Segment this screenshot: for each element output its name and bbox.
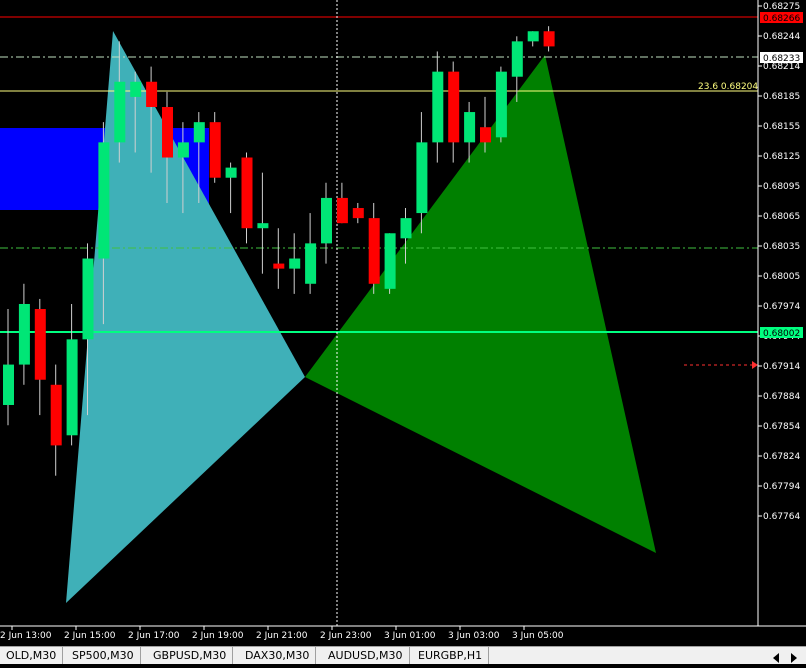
price-tick-label: 0.68275: [763, 2, 800, 12]
symbol-tab[interactable]: EURGBP,H1: [412, 647, 490, 664]
time-tick-label: 2 Jun 15:00: [64, 631, 116, 641]
price-tick-label: 0.68065: [763, 212, 800, 222]
price-tick-label: 0.67824: [763, 452, 800, 462]
price-tick-label: 0.67854: [763, 422, 800, 432]
symbol-tab[interactable]: AUDUSD,M30: [322, 647, 410, 664]
candle-bullish: [511, 41, 523, 77]
candle-bullish: [321, 197, 332, 244]
candle-bullish: [66, 339, 78, 436]
candle-bullish: [400, 218, 412, 239]
price-tick-label: 0.68244: [763, 32, 800, 42]
price-chart[interactable]: 23.6 0.68204 0.682750.682440.682140.6818…: [0, 0, 806, 646]
candle-bullish: [432, 71, 444, 143]
candle-bullish: [464, 112, 476, 143]
candle-bearish: [162, 107, 173, 158]
price-tick-label: 0.68095: [763, 182, 800, 192]
candle-bearish: [34, 309, 46, 380]
candle-bearish: [480, 127, 491, 143]
candle-bullish: [193, 122, 205, 143]
price-label-text: 0.68233: [763, 54, 800, 64]
price-tick-label: 0.68125: [763, 152, 800, 162]
time-tick-label: 3 Jun 01:00: [384, 631, 436, 641]
candle-bearish: [336, 197, 348, 224]
candle-bearish: [209, 122, 221, 178]
candle-bearish: [352, 208, 364, 219]
price-label-text: 0.68266: [763, 14, 800, 24]
symbol-tab[interactable]: DAX30,M30: [239, 647, 317, 664]
symbol-tab-bar: OLD,M30 SP500,M30 GBPUSD,M30 DAX30,M30 AUDUS…: [0, 646, 806, 664]
symbol-tab[interactable]: SP500,M30: [66, 647, 141, 664]
time-tick-label: 2 Jun 13:00: [0, 631, 52, 641]
candle-bullish: [527, 31, 539, 42]
candle-bullish: [114, 81, 126, 143]
price-tick-label: 0.67914: [763, 362, 800, 372]
price-tick-label: 0.68185: [763, 92, 800, 102]
candle-bearish: [543, 31, 555, 47]
candle-bullish: [177, 142, 189, 158]
candle-bullish: [495, 71, 507, 138]
time-tick-label: 3 Jun 05:00: [512, 631, 564, 641]
price-tick-label: 0.67764: [763, 512, 800, 522]
price-tick-label: 0.68005: [763, 272, 800, 282]
time-tick-label: 2 Jun 19:00: [192, 631, 244, 641]
candle-bullish: [18, 303, 30, 365]
time-tick-label: 3 Jun 03:00: [448, 631, 500, 641]
symbol-tab[interactable]: GBPUSD,M30: [147, 647, 234, 664]
price-tick-label: 0.67794: [763, 482, 800, 492]
candle-bullish: [3, 364, 14, 405]
candle-bearish: [273, 263, 285, 269]
candle-bullish: [416, 142, 428, 214]
price-tick-label: 0.67884: [763, 392, 800, 402]
candle-bullish: [305, 243, 317, 284]
triangle-left-icon[interactable]: [771, 649, 781, 663]
candle-bearish: [241, 157, 253, 229]
candle-bullish: [257, 223, 269, 229]
candle-bullish: [384, 233, 396, 289]
candle-bullish: [130, 81, 142, 97]
fib-level-label: 23.6 0.68204: [698, 82, 758, 92]
price-tick-label: 0.67974: [763, 302, 800, 312]
candle-bullish: [289, 258, 301, 269]
candle-bullish: [98, 142, 110, 259]
price-label-text: 0.68002: [763, 329, 800, 339]
time-tick-label: 2 Jun 21:00: [256, 631, 308, 641]
price-tick-label: 0.68155: [763, 122, 800, 132]
candle-bearish: [50, 384, 62, 446]
price-tick-label: 0.68035: [763, 242, 800, 252]
candle-bearish: [146, 81, 158, 108]
triangle-right-icon[interactable]: [789, 649, 799, 663]
candle-bearish: [368, 218, 380, 284]
time-tick-label: 2 Jun 23:00: [320, 631, 372, 641]
candle-bullish: [225, 167, 237, 178]
time-tick-label: 2 Jun 17:00: [128, 631, 180, 641]
candle-bullish: [82, 258, 94, 340]
symbol-tab[interactable]: OLD,M30: [0, 647, 64, 664]
candle-bearish: [448, 71, 460, 143]
